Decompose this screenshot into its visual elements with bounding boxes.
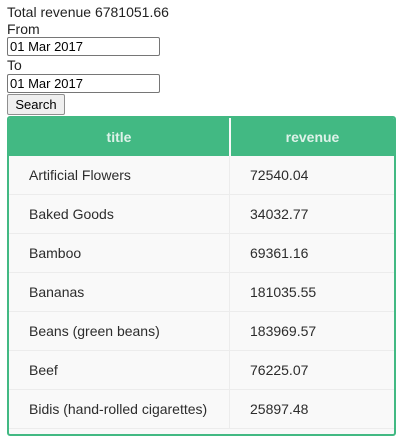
table-row: Bamboo 69361.16 bbox=[9, 234, 394, 273]
table-row: Beans (green beans) 183969.57 bbox=[9, 312, 394, 351]
cell-revenue: 76225.07 bbox=[229, 351, 394, 390]
table-row: Bidis (hand-rolled cigarettes) 25897.48 bbox=[9, 390, 394, 429]
cell-title: Baked Goods bbox=[9, 195, 229, 234]
cell-title: Bamboo bbox=[9, 234, 229, 273]
cell-title: Beef bbox=[9, 351, 229, 390]
cell-title: Artificial Flowers bbox=[9, 156, 229, 195]
table-row: Baked Goods 34032.77 bbox=[9, 195, 394, 234]
column-header-revenue[interactable]: revenue bbox=[229, 118, 394, 156]
column-header-title[interactable]: title bbox=[9, 118, 229, 156]
to-label: To bbox=[7, 57, 22, 73]
total-revenue-summary: Total revenue 6781051.66 bbox=[7, 4, 169, 21]
cell-title: Bidis (hand-rolled cigarettes) bbox=[9, 390, 229, 429]
total-revenue-value: 6781051.66 bbox=[94, 4, 169, 20]
from-date-input[interactable] bbox=[7, 37, 160, 56]
table-row: Artificial Flowers 72540.04 bbox=[9, 156, 394, 195]
table-row: Bananas 181035.55 bbox=[9, 273, 394, 312]
revenue-table-container: title revenue Artificial Flowers 72540.0… bbox=[7, 116, 396, 436]
cell-revenue: 69361.16 bbox=[229, 234, 394, 273]
to-date-input[interactable] bbox=[7, 74, 160, 93]
cell-revenue: 72540.04 bbox=[229, 156, 394, 195]
table-row: Beef 76225.07 bbox=[9, 351, 394, 390]
search-button[interactable]: Search bbox=[7, 94, 65, 115]
total-revenue-label: Total revenue bbox=[7, 4, 92, 20]
cell-revenue: 181035.55 bbox=[229, 273, 394, 312]
table-header-row: title revenue bbox=[9, 118, 394, 156]
from-label: From bbox=[7, 21, 40, 37]
cell-revenue: 25897.48 bbox=[229, 390, 394, 429]
cell-title: Beans (green beans) bbox=[9, 312, 229, 351]
cell-title: Bananas bbox=[9, 273, 229, 312]
cell-revenue: 34032.77 bbox=[229, 195, 394, 234]
revenue-table: title revenue Artificial Flowers 72540.0… bbox=[9, 118, 394, 429]
cell-revenue: 183969.57 bbox=[229, 312, 394, 351]
